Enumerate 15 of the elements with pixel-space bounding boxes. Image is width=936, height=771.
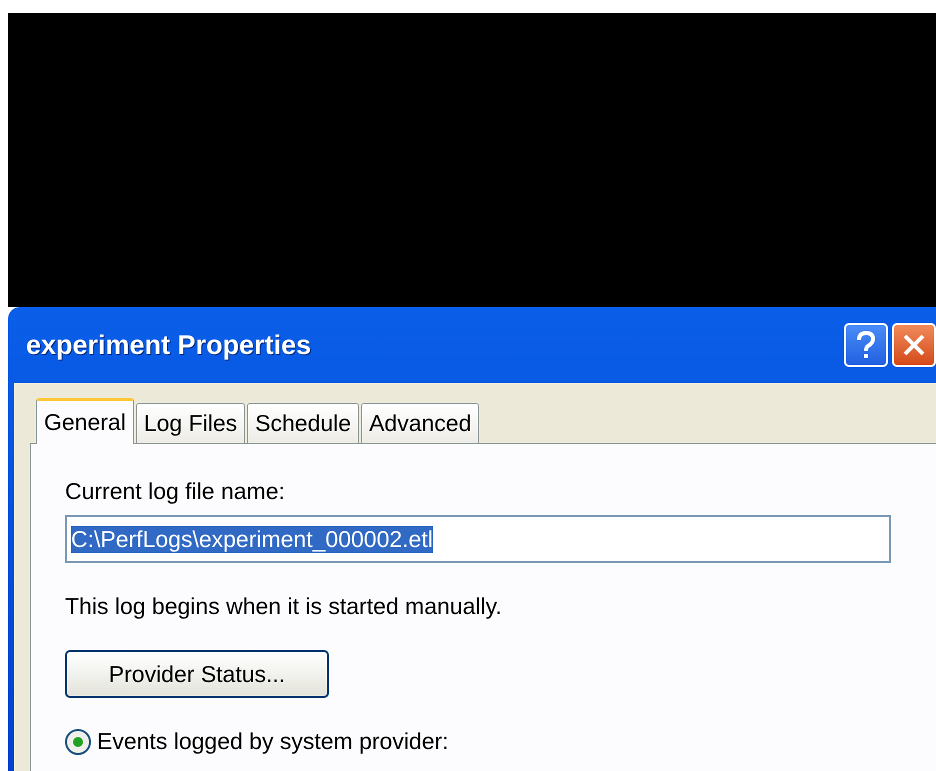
- field-label: Current log file name:: [65, 478, 285, 505]
- help-button[interactable]: [844, 323, 888, 367]
- window-title: experiment Properties: [26, 330, 312, 360]
- close-icon: [902, 333, 926, 357]
- tab[interactable]: Schedule: [247, 403, 360, 443]
- radio-label[interactable]: Events logged by system provider:: [97, 728, 449, 755]
- help-icon: [855, 331, 877, 359]
- radio-button[interactable]: [65, 728, 91, 754]
- tab[interactable]: Advanced: [361, 403, 480, 443]
- close-button[interactable]: [892, 323, 936, 367]
- tab[interactable]: General: [36, 398, 134, 444]
- start-note: This log begins when it is started manually.: [65, 593, 502, 620]
- provider-status-button[interactable]: Provider Status...: [65, 650, 329, 698]
- log-file-field[interactable]: C:\PerfLogs\experiment_000002.etl: [65, 515, 891, 563]
- tab[interactable]: Log Files: [136, 403, 246, 443]
